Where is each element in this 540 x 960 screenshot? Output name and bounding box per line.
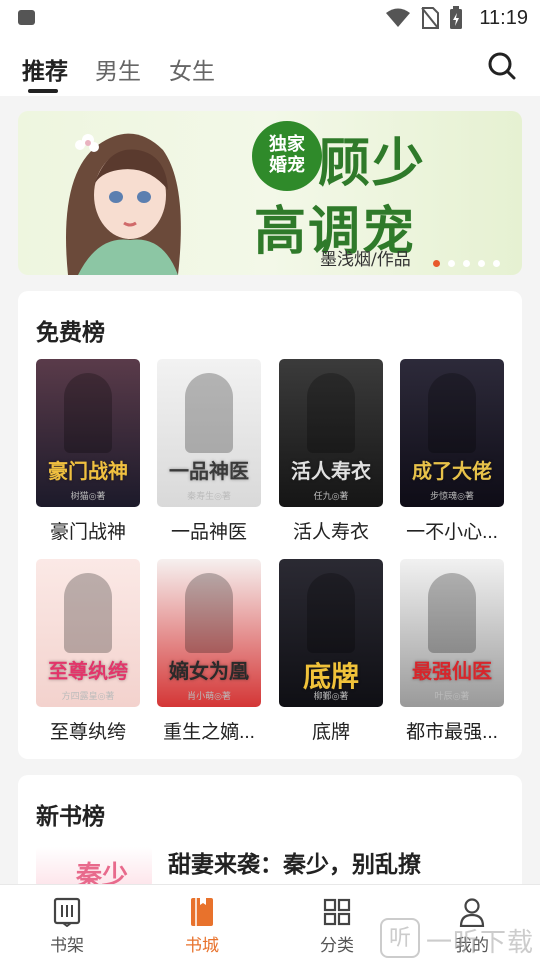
cover-title: 活人寿衣 (291, 459, 371, 483)
book-title[interactable]: 活人寿衣 (279, 517, 383, 544)
cover-author: 柳鄞◎著 (313, 691, 349, 701)
book-title[interactable]: 一品神医 (157, 517, 261, 544)
cover-author: 肖小萌◎著 (187, 691, 231, 701)
cover-figure (307, 573, 355, 653)
banner-author: 墨浅烟/作品 (320, 250, 411, 270)
book-cover[interactable]: 嫡女为凰肖小萌◎著 (157, 559, 261, 707)
cover-figure (185, 573, 233, 653)
wifi-icon (386, 8, 411, 27)
book-cover[interactable]: 一品神医秦寿生◎著 (157, 359, 261, 507)
book-title[interactable]: 都市最强... (400, 717, 504, 744)
active-tab-indicator (28, 89, 58, 93)
book-item[interactable]: 最强仙医叶辰◎著都市最强... (400, 559, 504, 744)
cover-title: 至尊纨绔 (48, 659, 128, 683)
battery-icon (450, 6, 463, 29)
cover-author: 步惊魂◎著 (430, 491, 474, 501)
cover-title: 成了大佬 (412, 459, 492, 483)
watermark-text: 一听下载 (426, 927, 535, 957)
book-title[interactable]: 重生之嫡... (157, 717, 261, 744)
nav-bookstore[interactable]: 书城 (157, 885, 247, 960)
tab-label: 男生 (95, 58, 141, 84)
cover-author: 树猫◎著 (70, 491, 106, 501)
cover-title: 豪门战神 (48, 459, 128, 483)
cover-figure (307, 373, 355, 453)
bookstore-icon (191, 898, 213, 926)
nav-label: 分类 (320, 936, 354, 955)
book-cover[interactable]: 至尊纨绔方四露皇◎著 (36, 559, 140, 707)
book-title[interactable]: 一不小心... (400, 517, 504, 544)
banner-pager (433, 260, 500, 267)
book-item[interactable]: 底牌 柳鄞◎著底牌 (279, 559, 383, 744)
search-icon[interactable] (486, 50, 518, 82)
cover-author: 秦寿生◎著 (187, 491, 231, 501)
book-cover[interactable]: 豪门战神树猫◎著 (36, 359, 140, 507)
book-item[interactable]: 至尊纨绔 方四露皇◎著 至尊纨绔 (36, 559, 140, 744)
cover-author: 方四露皇◎著 (61, 691, 115, 701)
cover-figure (185, 373, 233, 453)
book-cover[interactable]: 底牌 柳鄞◎著 (279, 559, 383, 707)
nav-label: 书城 (185, 936, 219, 955)
book-item[interactable]: 一品神医 秦寿生◎著 一品神医 (157, 359, 261, 544)
banner-illustration (66, 133, 181, 275)
tab-female[interactable]: 女生 (169, 52, 215, 86)
book-cover[interactable]: 成了大佬步惊魂◎著 (400, 359, 504, 507)
pager-dot (493, 260, 500, 267)
book-item[interactable]: 成了大佬步惊魂◎著一不小心... (400, 359, 504, 544)
nav-bookshelf[interactable]: 书架 (22, 885, 112, 960)
pager-dot (478, 260, 485, 267)
category-grid-icon (323, 898, 351, 926)
cover-title: 嫡女为凰 (169, 659, 249, 683)
cover-title: 秦少 (76, 861, 129, 887)
book-cover[interactable]: 秦少 (36, 847, 152, 887)
status-bar: 11:19 (0, 0, 540, 36)
banner-badge: 独家 婚宠 (252, 121, 322, 191)
section-title: 免费榜 (36, 319, 105, 345)
section-title: 新书榜 (36, 803, 105, 829)
tab-recommend[interactable]: 推荐 (22, 52, 68, 93)
clock: 11:19 (479, 6, 528, 29)
book-title[interactable]: 底牌 (279, 717, 383, 744)
bookshelf-icon (53, 897, 81, 927)
cover-title: 一品神医 (169, 459, 249, 483)
tab-male[interactable]: 男生 (95, 52, 141, 86)
banner-title-line1: 顾少 (318, 133, 427, 194)
nav-label: 书架 (50, 936, 84, 955)
watermark-logo-icon: 听 (380, 918, 420, 958)
watermark: 听 一听下载 (380, 914, 536, 958)
top-nav: 推荐 男生 女生 (0, 36, 540, 96)
notification-app-icon (18, 10, 35, 25)
cover-figure (64, 373, 112, 453)
cover-author: 叶辰◎著 (434, 691, 470, 701)
nav-category[interactable]: 分类 (292, 885, 382, 960)
cover-title: 最强仙医 (412, 659, 492, 683)
tab-label: 女生 (169, 58, 215, 84)
book-title[interactable]: 至尊纨绔 (36, 717, 140, 744)
pager-dot (463, 260, 470, 267)
cover-figure (64, 573, 112, 653)
book-item[interactable]: 活人寿衣 任九◎著 活人寿衣 (279, 359, 383, 544)
free-rank-section: 免费榜 豪门战神 树猫◎著 豪门战神 一品神医 秦寿生◎著 一品神医 活人寿衣 任九◎著 活人寿… (18, 291, 522, 759)
book-cover[interactable]: 活人寿衣任九◎著 (279, 359, 383, 507)
book-title[interactable]: 豪门战神 (36, 517, 140, 544)
no-sim-icon (421, 7, 440, 29)
pager-dot (433, 260, 440, 267)
book-cover[interactable]: 最强仙医叶辰◎著 (400, 559, 504, 707)
pager-dot (448, 260, 455, 267)
book-item[interactable]: 豪门战神 树猫◎著 豪门战神 (36, 359, 140, 544)
cover-author: 任九◎著 (313, 491, 349, 501)
cover-figure (428, 573, 476, 653)
book-item[interactable]: 嫡女为凰肖小萌◎著重生之嫡... (157, 559, 261, 744)
cover-figure (428, 373, 476, 453)
book-title[interactable]: 甜妻来袭：秦少，别乱撩 (168, 845, 421, 879)
promo-banner[interactable]: 独家 婚宠 顾少 高调宠 墨浅烟/作品 (18, 111, 522, 275)
tab-label: 推荐 (22, 58, 68, 84)
system-icons: 11:19 (385, 6, 528, 30)
